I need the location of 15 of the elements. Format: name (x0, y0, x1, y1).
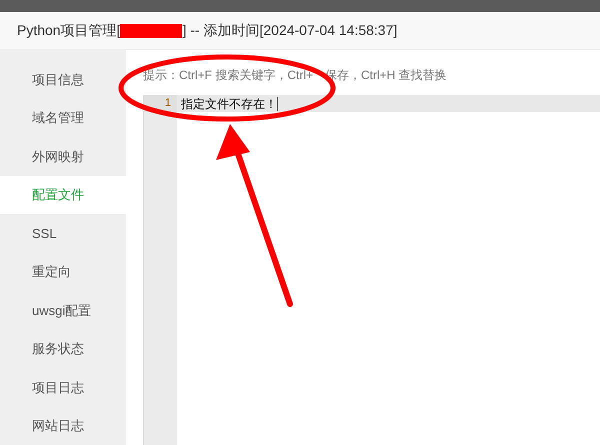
code-line: 指定文件不存在！ (181, 96, 277, 112)
window-title: ] -- 添加时间[2024-07-04 14:58:37] (182, 21, 398, 40)
sidebar-item[interactable]: 网站日志 (0, 406, 126, 445)
sidebar-item[interactable]: 项目日志 (0, 368, 126, 406)
sidebar-item[interactable]: SSL (0, 214, 126, 252)
sidebar-item[interactable]: 外网映射 (0, 137, 126, 176)
sidebar-item[interactable]: 重定向 (0, 252, 126, 291)
sidebar-item[interactable]: uwsgi配置 (0, 291, 126, 330)
sidebar-item[interactable]: 域名管理 (0, 98, 126, 137)
window-title: Python项目管理[ (17, 21, 120, 40)
text-cursor (277, 96, 278, 110)
sidebar-item[interactable]: 项目信息 (0, 60, 126, 98)
sidebar-item[interactable]: 服务状态 (0, 330, 126, 368)
code-editor[interactable]: 1 指定文件不存在！ (143, 95, 600, 445)
hint-text: 提示：Ctrl+F 搜索关键字，Ctrl+ (143, 66, 314, 84)
